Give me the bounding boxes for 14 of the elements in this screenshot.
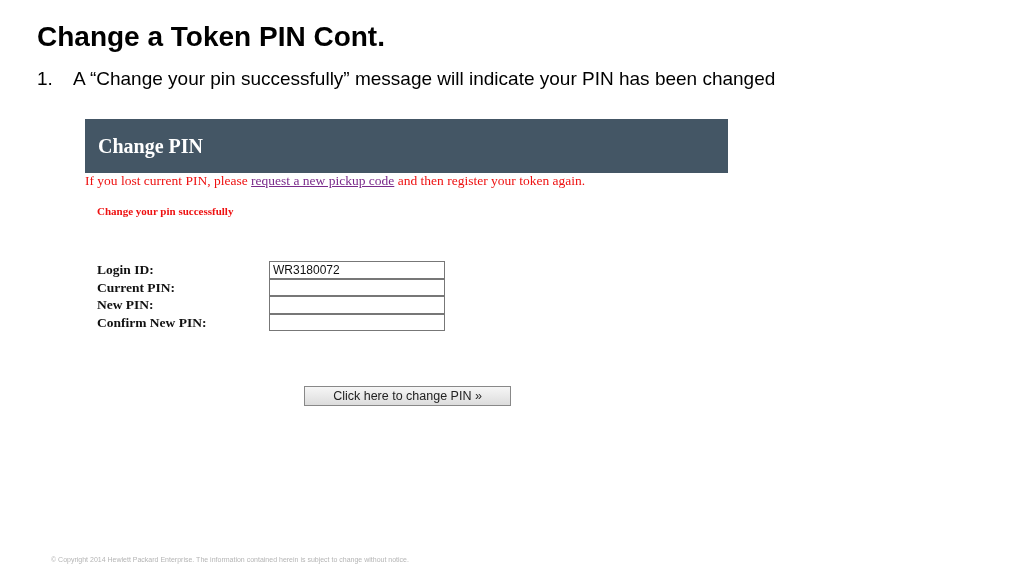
field-label: Current PIN: — [97, 278, 177, 296]
success-message: Change your pin successfully — [97, 205, 234, 217]
step-text: A “Change your pin successfully” message will indicate your PIN has been changed — [73, 67, 776, 91]
input-field[interactable] — [269, 296, 445, 314]
input-field[interactable]: WR3180072 — [269, 261, 445, 279]
field-label: Confirm New PIN: — [97, 313, 208, 331]
slide-title: Change a Token PIN Cont. — [37, 20, 386, 54]
change-pin-button[interactable]: Click here to change PIN » — [304, 386, 511, 406]
page-header: Change PIN — [85, 119, 728, 173]
notice-text: If you lost current PIN, please request a new pickup code and then register your token again. — [85, 173, 587, 188]
step-number: 1. — [37, 67, 54, 91]
field-label: Login ID: — [97, 261, 155, 279]
pickup-code-link[interactable]: request a new pickup code — [251, 173, 395, 188]
field-label: New PIN: — [97, 296, 155, 314]
